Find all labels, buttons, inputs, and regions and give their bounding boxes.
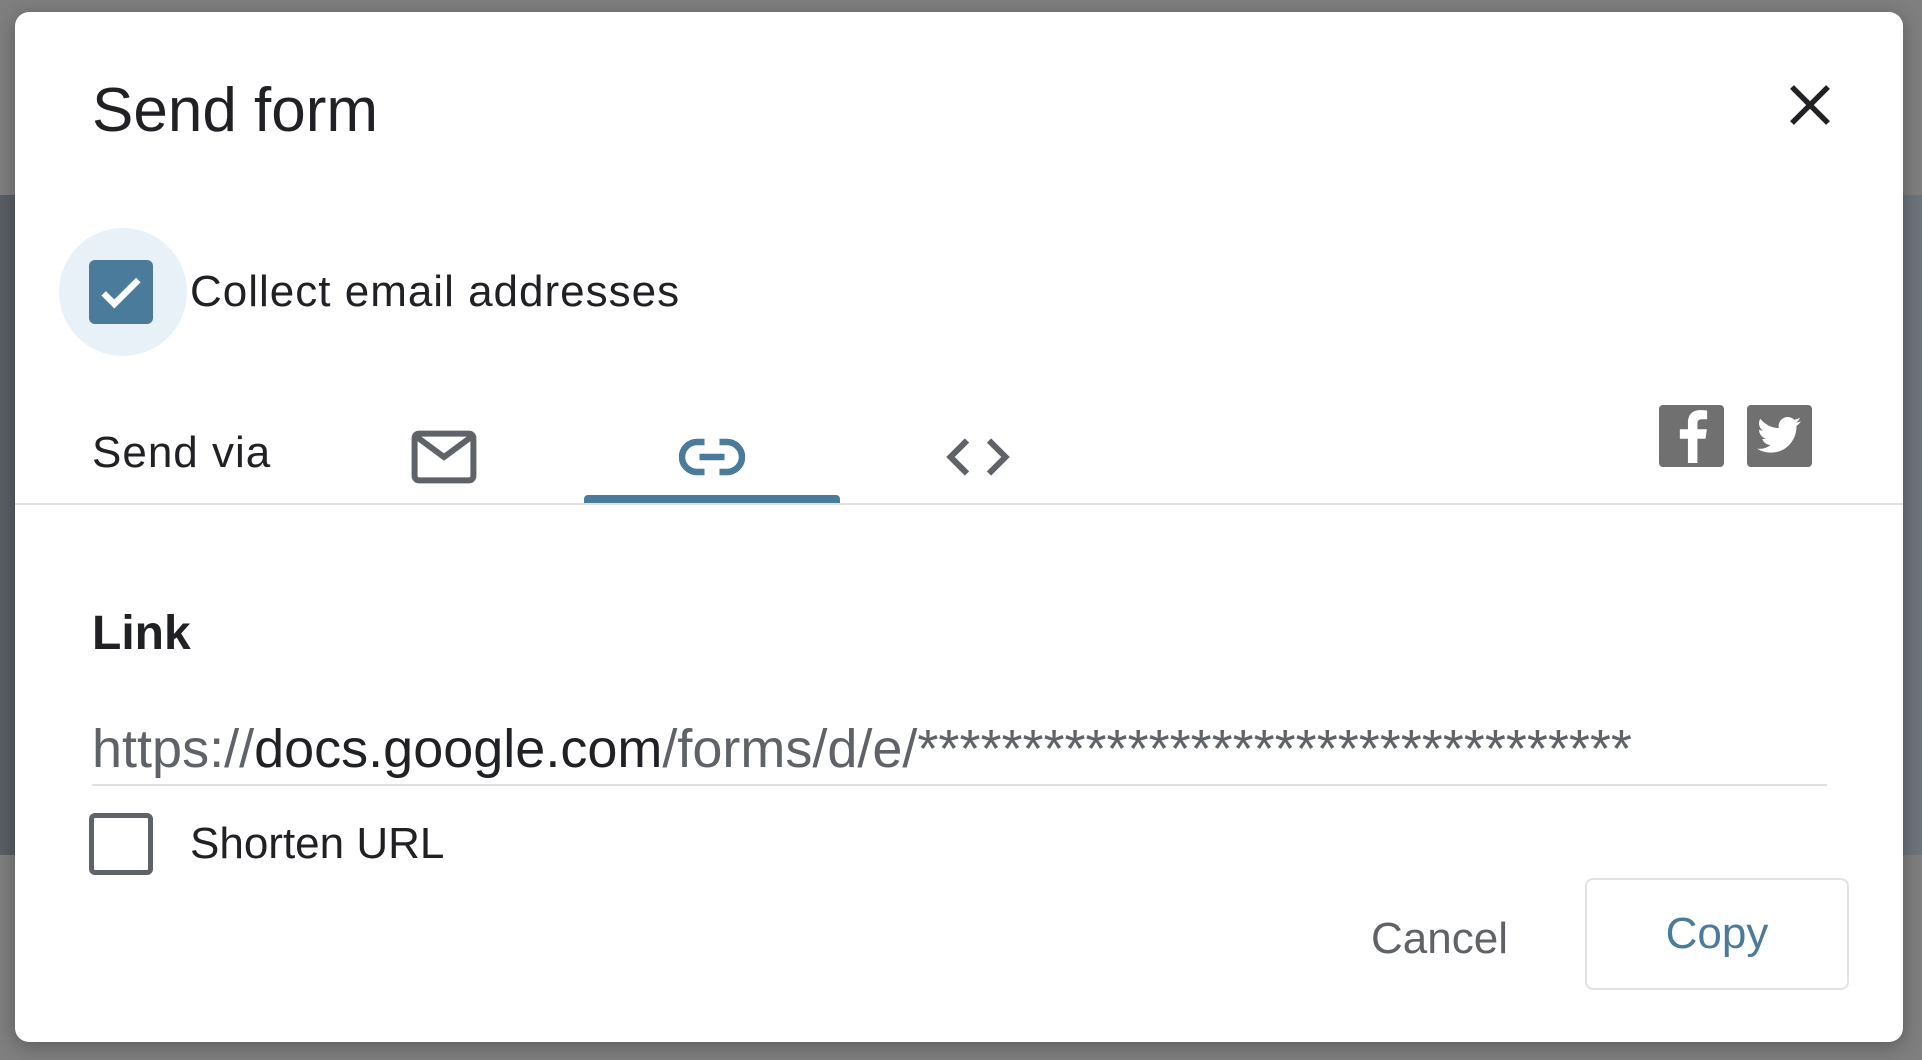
shorten-url-checkbox[interactable] xyxy=(89,813,153,875)
form-url-field[interactable]: https://docs.google.com/forms/d/e/******… xyxy=(92,720,1844,779)
url-scheme: https:// xyxy=(92,720,255,779)
checkmark-icon xyxy=(101,277,141,309)
copy-button[interactable]: Copy xyxy=(1585,878,1849,990)
twitter-icon xyxy=(1756,417,1801,453)
twitter-share-button[interactable] xyxy=(1747,405,1812,467)
background-page-right xyxy=(1903,195,1922,855)
shorten-url-label: Shorten URL xyxy=(190,819,445,868)
dialog-title: Send form xyxy=(92,76,379,145)
close-button[interactable] xyxy=(1783,78,1837,132)
facebook-share-button[interactable] xyxy=(1659,405,1724,467)
close-icon xyxy=(1790,85,1830,125)
tab-embed[interactable] xyxy=(850,412,1106,502)
url-field-underline xyxy=(92,784,1827,786)
url-host: docs.google.com xyxy=(254,720,663,779)
link-heading: Link xyxy=(92,607,191,660)
collect-email-checkbox[interactable] xyxy=(89,260,153,324)
collect-email-label: Collect email addresses xyxy=(190,267,681,316)
tab-link[interactable] xyxy=(584,412,840,502)
send-via-label: Send via xyxy=(92,428,272,477)
facebook-icon xyxy=(1679,410,1707,463)
mail-icon xyxy=(411,430,477,484)
tab-email[interactable] xyxy=(316,412,572,502)
tabs-divider xyxy=(15,503,1903,505)
send-form-dialog: Send form Collect email addresses Send v… xyxy=(15,12,1903,1042)
cancel-button[interactable]: Cancel xyxy=(1355,904,1524,974)
background-page xyxy=(0,195,15,855)
url-path: /forms/d/e/*****************************… xyxy=(662,720,1632,779)
link-icon xyxy=(679,438,745,476)
active-tab-indicator xyxy=(584,495,840,503)
embed-code-icon xyxy=(946,438,1010,476)
